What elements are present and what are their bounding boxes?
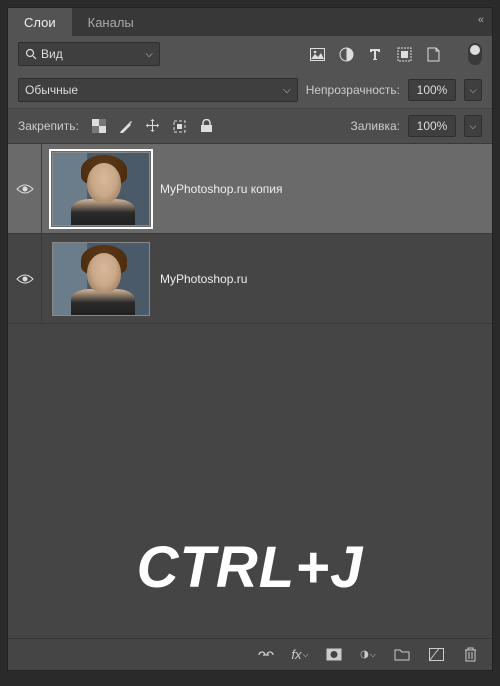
lock-label: Закрепить: xyxy=(18,119,79,133)
filter-smartobject-icon[interactable] xyxy=(425,46,441,62)
visibility-toggle-icon[interactable] xyxy=(16,273,34,285)
filter-label: Вид xyxy=(41,47,63,61)
new-layer-icon[interactable] xyxy=(428,647,444,663)
fill-label: Заливка: xyxy=(350,119,400,133)
tab-layers[interactable]: Слои xyxy=(8,8,72,36)
layer-effects-icon[interactable]: fx⌵ xyxy=(292,647,308,663)
layers-panel: ≡ Слои Каналы « Вид ⌵ xyxy=(7,7,493,671)
panel-footer: fx⌵ ⌵ xyxy=(8,638,492,670)
opacity-chevron[interactable]: ⌵ xyxy=(464,79,482,101)
chevron-down-icon: ⌵ xyxy=(283,85,291,96)
layer-thumbnail[interactable] xyxy=(52,152,150,226)
lock-row: Закрепить: Заливка: 100% xyxy=(8,108,492,144)
lock-all-icon[interactable] xyxy=(199,118,215,134)
lock-icons xyxy=(91,118,215,134)
adjustment-layer-icon[interactable]: ⌵ xyxy=(360,647,376,663)
fill-chevron[interactable]: ⌵ xyxy=(464,115,482,137)
filter-type-text-icon[interactable] xyxy=(367,46,383,62)
delete-layer-icon[interactable] xyxy=(462,647,478,663)
search-icon xyxy=(25,48,37,60)
layer-name[interactable]: MyPhotoshop.ru копия xyxy=(160,182,282,196)
layer-name[interactable]: MyPhotoshop.ru xyxy=(160,272,247,286)
new-group-icon[interactable] xyxy=(394,647,410,663)
blend-mode-value: Обычные xyxy=(25,83,78,97)
opacity-value[interactable]: 100% xyxy=(408,79,456,101)
tab-channels[interactable]: Каналы xyxy=(72,8,150,36)
visibility-column xyxy=(8,234,42,323)
layer-item[interactable]: MyPhotoshop.ru xyxy=(8,234,492,324)
layer-item[interactable]: MyPhotoshop.ru копия xyxy=(8,144,492,234)
filter-type-icons xyxy=(309,43,482,65)
visibility-column xyxy=(8,144,42,233)
overlay-shortcut-text: CTRL+J xyxy=(8,534,492,601)
layers-list: MyPhotoshop.ru копия MyPhotoshop.ru CTRL… xyxy=(8,144,492,638)
filter-adjustment-icon[interactable] xyxy=(338,46,354,62)
blend-mode-dropdown[interactable]: Обычные ⌵ xyxy=(18,78,298,102)
filter-pixel-icon[interactable] xyxy=(309,46,325,62)
lock-transparency-icon[interactable] xyxy=(91,118,107,134)
chevron-down-icon: ⌵ xyxy=(145,49,153,60)
filter-shape-icon[interactable] xyxy=(396,46,412,62)
panel-body: Вид ⌵ xyxy=(8,36,492,670)
panel-tabs: Слои Каналы xyxy=(8,8,150,36)
lock-position-icon[interactable] xyxy=(145,118,161,134)
filter-row: Вид ⌵ xyxy=(8,36,492,72)
fill-value[interactable]: 100% xyxy=(408,115,456,137)
panel-header: Слои Каналы « xyxy=(8,8,492,36)
layer-thumbnail[interactable] xyxy=(52,242,150,316)
filter-toggle[interactable] xyxy=(468,43,482,65)
lock-pixels-icon[interactable] xyxy=(118,118,134,134)
visibility-toggle-icon[interactable] xyxy=(16,183,34,195)
blend-row: Обычные ⌵ Непрозрачность: 100% ⌵ xyxy=(8,72,492,108)
layer-filter-dropdown[interactable]: Вид ⌵ xyxy=(18,42,160,66)
collapse-icon[interactable]: « xyxy=(478,14,484,26)
opacity-label: Непрозрачность: xyxy=(306,83,400,97)
add-mask-icon[interactable] xyxy=(326,647,342,663)
lock-artboard-icon[interactable] xyxy=(172,118,188,134)
link-layers-icon[interactable] xyxy=(258,647,274,663)
